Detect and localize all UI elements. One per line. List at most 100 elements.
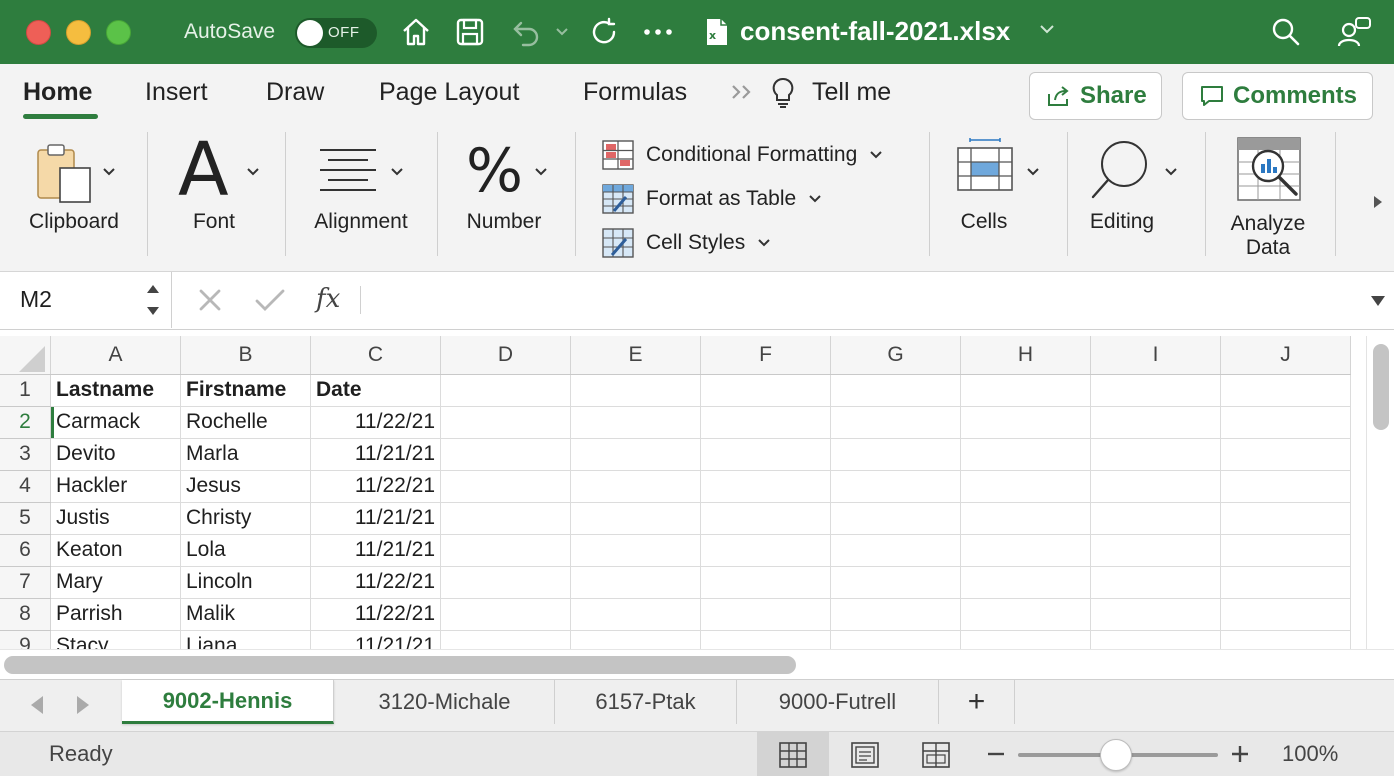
vertical-scroll-thumb[interactable] [1373, 344, 1389, 430]
cell[interactable] [1220, 630, 1351, 649]
cell[interactable] [830, 566, 961, 599]
cell[interactable]: Keaton [50, 534, 181, 567]
row-header[interactable]: 8 [0, 598, 51, 631]
horizontal-scrollbar[interactable] [0, 649, 1394, 679]
cell[interactable] [700, 374, 831, 407]
title-chevron-down-icon[interactable] [1038, 22, 1056, 40]
cell[interactable]: 11/21/21 [310, 630, 441, 649]
cell[interactable] [830, 406, 961, 439]
enter-check-icon[interactable] [254, 286, 286, 319]
cell[interactable]: 11/21/21 [310, 534, 441, 567]
column-header[interactable]: D [440, 336, 571, 375]
add-sheet-button[interactable]: + [939, 680, 1015, 724]
zoom-level[interactable]: 100% [1282, 741, 1338, 767]
account-icon[interactable] [1334, 14, 1374, 50]
tab-home[interactable]: Home [23, 78, 92, 107]
cell[interactable]: Christy [180, 502, 311, 535]
cell[interactable]: Lola [180, 534, 311, 567]
cell[interactable] [830, 502, 961, 535]
sheet-tab-9000-futrell[interactable]: 9000-Futrell [737, 680, 939, 724]
cell[interactable] [960, 534, 1091, 567]
cell[interactable]: Lincoln [180, 566, 311, 599]
cell[interactable]: Devito [50, 438, 181, 471]
cell[interactable] [830, 470, 961, 503]
save-icon[interactable] [452, 14, 488, 50]
row-header[interactable]: 1 [0, 374, 51, 407]
tab-page-layout[interactable]: Page Layout [379, 78, 519, 107]
cell[interactable] [1220, 470, 1351, 503]
cell[interactable] [570, 406, 701, 439]
tell-me-search[interactable]: Tell me [812, 78, 891, 107]
cell[interactable] [1090, 374, 1221, 407]
page-break-view-button[interactable] [900, 732, 972, 776]
search-icon[interactable] [1268, 14, 1304, 50]
number-group[interactable]: % Number [450, 128, 558, 268]
cell[interactable] [1090, 566, 1221, 599]
name-box-stepper-icon[interactable] [144, 280, 162, 325]
cell[interactable]: Malik [180, 598, 311, 631]
cell[interactable] [700, 630, 831, 649]
cell[interactable] [700, 406, 831, 439]
cell[interactable] [1090, 406, 1221, 439]
home-icon[interactable] [398, 14, 434, 50]
cell[interactable]: 11/22/21 [310, 470, 441, 503]
vertical-scrollbar[interactable] [1366, 336, 1394, 649]
column-header[interactable]: C [310, 336, 441, 375]
cell[interactable] [960, 374, 1091, 407]
ribbon-scroll-right-icon[interactable] [1372, 194, 1384, 215]
row-header[interactable]: 4 [0, 470, 51, 503]
cell[interactable]: Stacy [50, 630, 181, 649]
clipboard-group[interactable]: Clipboard [14, 128, 134, 268]
cell[interactable] [830, 630, 961, 649]
cell[interactable]: Parrish [50, 598, 181, 631]
tab-formulas[interactable]: Formulas [583, 78, 687, 107]
cell[interactable] [440, 630, 571, 649]
cell[interactable] [700, 566, 831, 599]
close-window-button[interactable] [26, 20, 51, 45]
name-box[interactable]: M2 [0, 272, 172, 328]
cell[interactable] [1220, 438, 1351, 471]
cell[interactable]: 11/22/21 [310, 598, 441, 631]
fx-icon[interactable]: fx [316, 284, 340, 314]
column-header[interactable]: E [570, 336, 701, 375]
cell[interactable] [1220, 598, 1351, 631]
cell[interactable]: Rochelle [180, 406, 311, 439]
alignment-group[interactable]: Alignment [300, 128, 422, 268]
column-header[interactable]: J [1220, 336, 1351, 375]
cell-styles-button[interactable]: Cell Styles [602, 228, 783, 258]
cell[interactable]: 11/21/21 [310, 438, 441, 471]
cell[interactable] [700, 534, 831, 567]
spreadsheet-grid[interactable]: A B C D E F G H I J 1 Lastname Firstname… [0, 336, 1366, 649]
row-header[interactable]: 3 [0, 438, 51, 471]
cell[interactable] [440, 502, 571, 535]
cell[interactable]: Hackler [50, 470, 181, 503]
cell[interactable]: Date [310, 374, 441, 407]
cell[interactable] [700, 502, 831, 535]
undo-icon[interactable] [508, 14, 544, 50]
row-header[interactable]: 9 [0, 630, 51, 649]
share-button[interactable]: Share [1029, 72, 1162, 120]
cells-group[interactable]: Cells [942, 128, 1054, 268]
column-header[interactable]: A [50, 336, 181, 375]
cell[interactable]: Mary [50, 566, 181, 599]
cell[interactable]: Lastname [50, 374, 181, 407]
autosave-toggle[interactable]: OFF [295, 18, 377, 48]
cell[interactable] [700, 438, 831, 471]
cell[interactable] [570, 502, 701, 535]
column-header[interactable]: I [1090, 336, 1221, 375]
page-layout-view-button[interactable] [829, 732, 901, 776]
horizontal-scroll-thumb[interactable] [4, 656, 796, 674]
sheet-prev-arrow-icon[interactable] [28, 694, 46, 721]
cell[interactable] [1090, 438, 1221, 471]
row-header[interactable]: 7 [0, 566, 51, 599]
sheet-tab-6157-ptak[interactable]: 6157-Ptak [555, 680, 737, 724]
cell[interactable] [960, 406, 1091, 439]
cell[interactable]: Marla [180, 438, 311, 471]
cell[interactable] [1220, 374, 1351, 407]
comments-button[interactable]: Comments [1182, 72, 1373, 120]
tab-draw[interactable]: Draw [266, 78, 324, 107]
cell[interactable] [440, 438, 571, 471]
editing-group[interactable]: Editing [1080, 128, 1192, 268]
more-options-icon[interactable] [640, 14, 676, 50]
cell[interactable] [700, 470, 831, 503]
